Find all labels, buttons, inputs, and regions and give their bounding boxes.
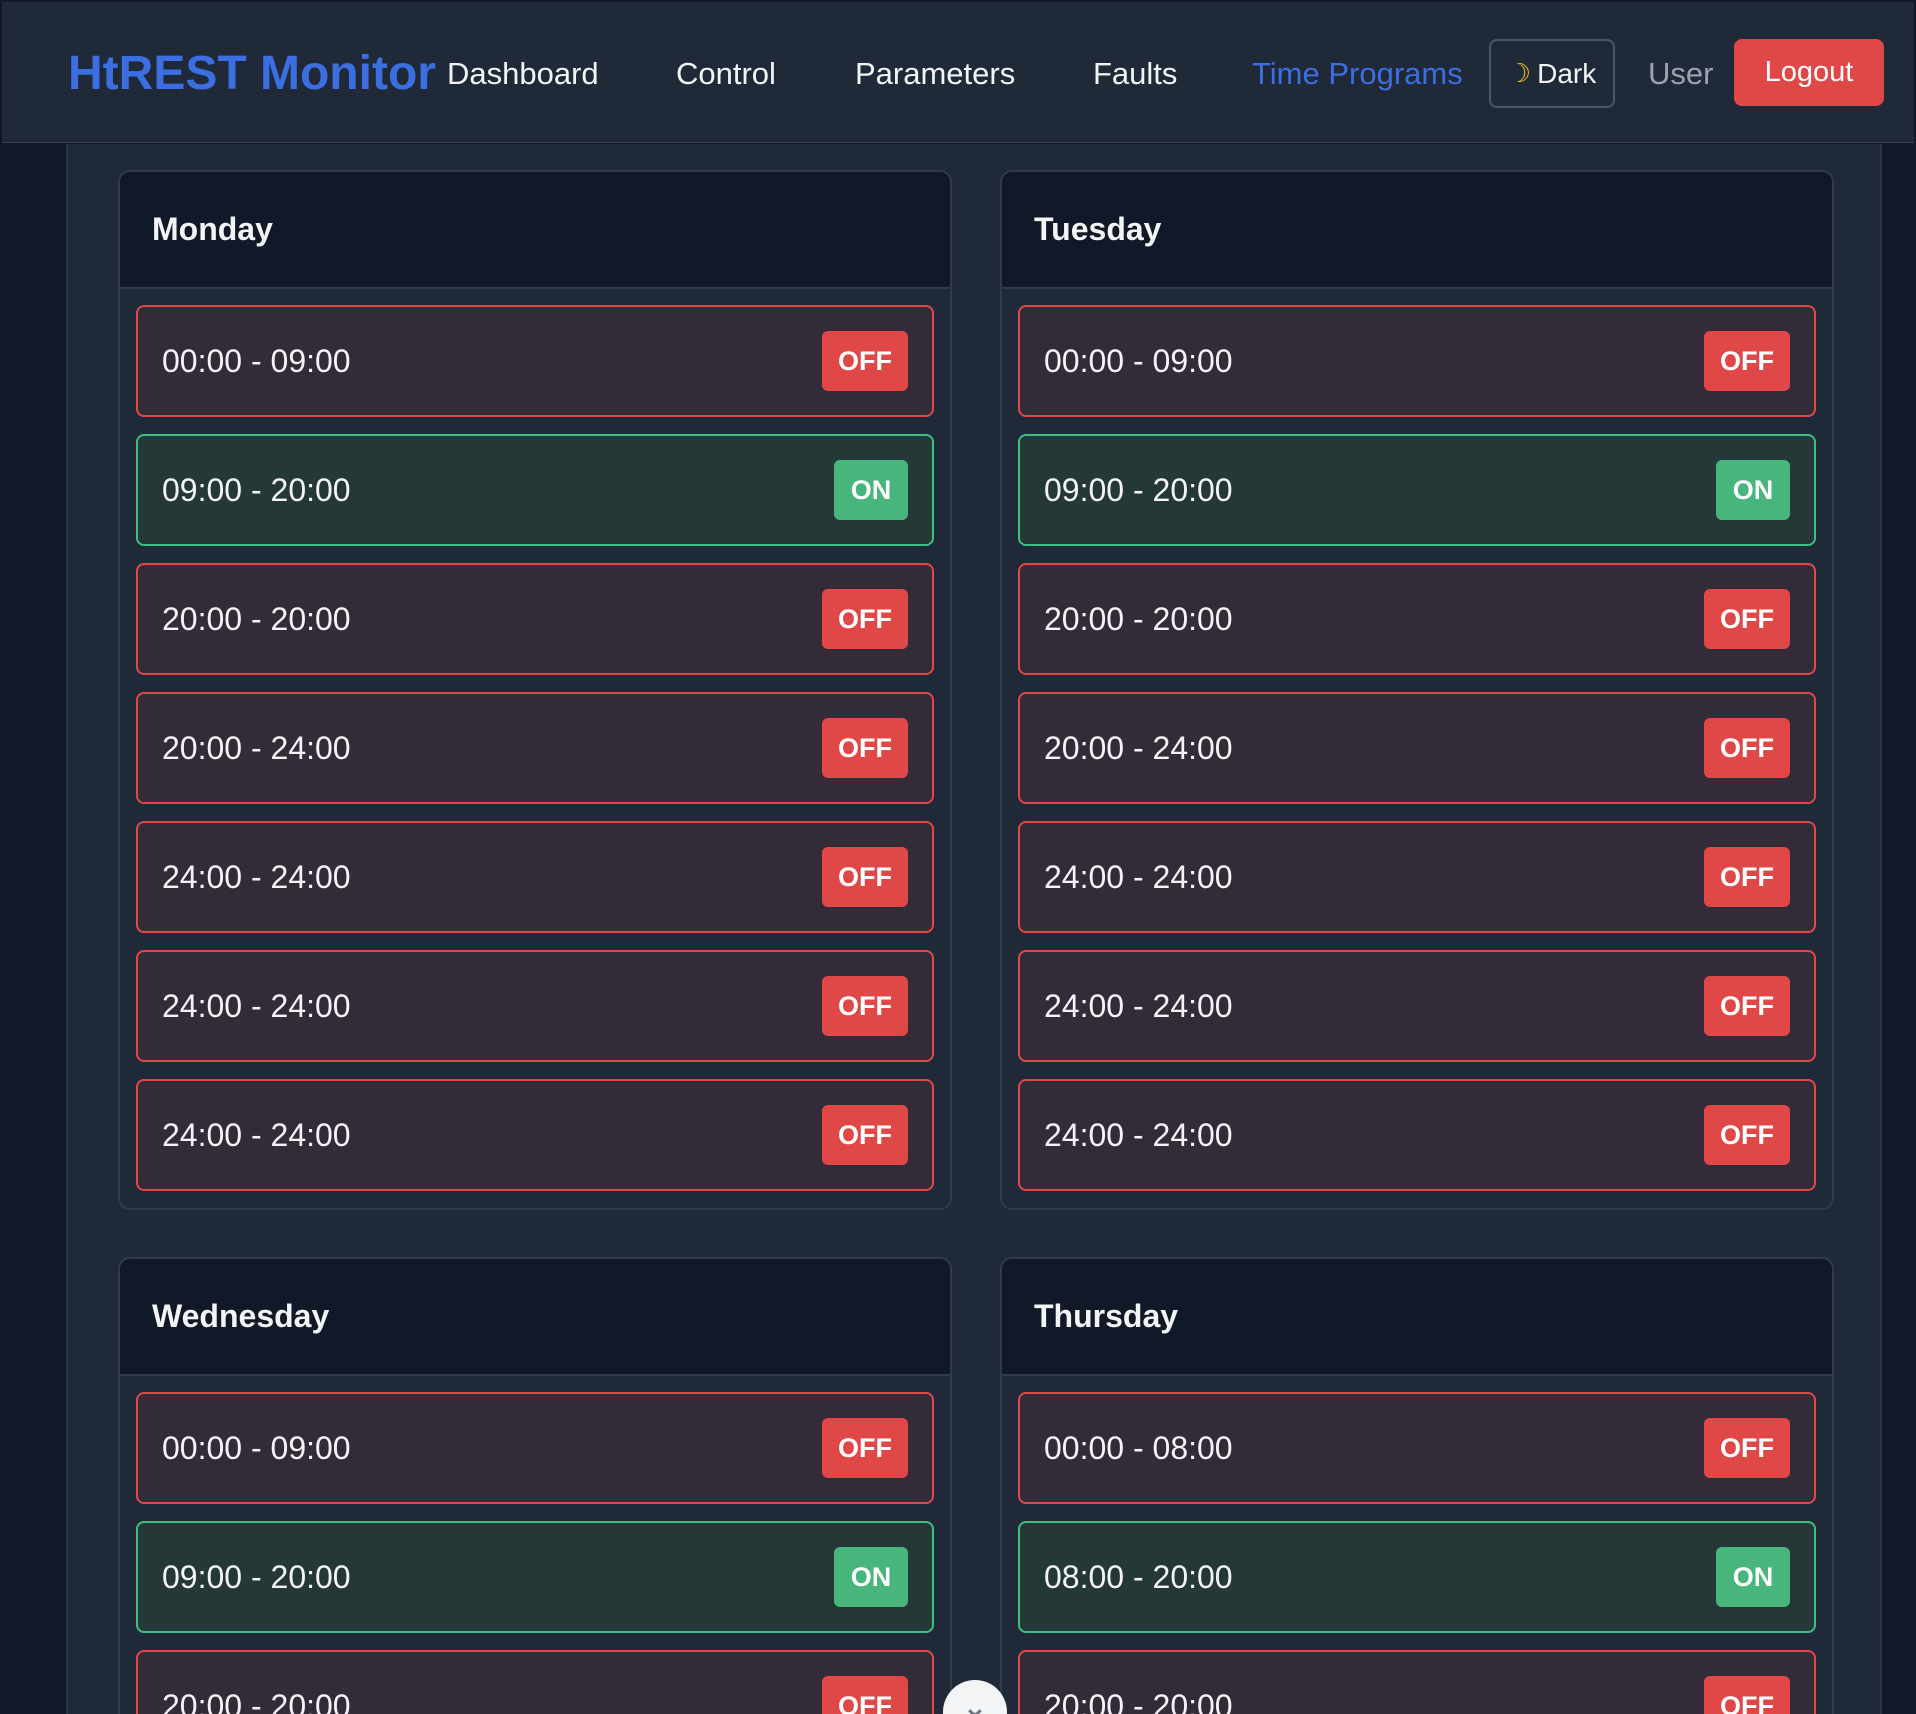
theme-toggle-button[interactable]: ☽ Dark <box>1489 39 1615 108</box>
time-slot[interactable]: 24:00 - 24:00 OFF <box>1018 821 1816 933</box>
time-slot[interactable]: 09:00 - 20:00 ON <box>1018 434 1816 546</box>
time-slot[interactable]: 00:00 - 09:00 OFF <box>136 1392 934 1504</box>
day-card-monday: Monday 00:00 - 09:00 OFF 09:00 - 20:00 ON 20:… <box>118 170 952 1210</box>
time-slot-list: 00:00 - 08:00 OFF 08:00 - 20:00 ON 20:00 - 2… <box>1002 1376 1832 1714</box>
state-badge[interactable]: OFF <box>1704 1676 1790 1714</box>
time-slot[interactable]: 09:00 - 20:00 ON <box>136 1521 934 1633</box>
day-title: Tuesday <box>1002 172 1832 289</box>
state-badge[interactable]: OFF <box>822 331 908 391</box>
time-slot-range: 20:00 - 20:00 <box>162 600 351 637</box>
page: HtREST Monitor Dashboard Control Paramet… <box>0 0 1916 1714</box>
navbar: HtREST Monitor Dashboard Control Paramet… <box>2 2 1914 143</box>
time-slot-range: 00:00 - 09:00 <box>1044 342 1233 379</box>
state-badge[interactable]: ON <box>834 1547 908 1607</box>
time-slot-range: 09:00 - 20:00 <box>162 1558 351 1595</box>
state-badge[interactable]: OFF <box>822 976 908 1036</box>
day-card-thursday: Thursday 00:00 - 08:00 OFF 08:00 - 20:00 ON 2… <box>1000 1257 1834 1714</box>
state-badge[interactable]: OFF <box>822 1418 908 1478</box>
time-slot[interactable]: 24:00 - 24:00 OFF <box>1018 950 1816 1062</box>
time-slot-list: 00:00 - 09:00 OFF 09:00 - 20:00 ON 20:00 - 2… <box>120 1376 950 1714</box>
state-badge[interactable]: ON <box>1716 1547 1790 1607</box>
day-title: Thursday <box>1002 1259 1832 1376</box>
time-slot-range: 08:00 - 20:00 <box>1044 1558 1233 1595</box>
time-slot-range: 24:00 - 24:00 <box>1044 987 1233 1024</box>
state-badge[interactable]: OFF <box>822 718 908 778</box>
nav-dashboard[interactable]: Dashboard <box>447 54 599 94</box>
state-badge[interactable]: OFF <box>1704 331 1790 391</box>
nav-control[interactable]: Control <box>676 54 776 94</box>
time-slot[interactable]: 20:00 - 24:00 OFF <box>136 692 934 804</box>
user-label: User <box>1648 56 1714 91</box>
state-badge[interactable]: OFF <box>822 847 908 907</box>
state-badge[interactable]: ON <box>1716 460 1790 520</box>
state-badge[interactable]: OFF <box>822 1105 908 1165</box>
time-slot-range: 09:00 - 20:00 <box>1044 471 1233 508</box>
brand-logo[interactable]: HtREST Monitor <box>68 46 436 102</box>
day-card-tuesday: Tuesday 00:00 - 09:00 OFF 09:00 - 20:00 ON 20… <box>1000 170 1834 1210</box>
time-slot[interactable]: 20:00 - 20:00 OFF <box>136 1650 934 1714</box>
time-slot[interactable]: 20:00 - 20:00 OFF <box>1018 563 1816 675</box>
time-slot[interactable]: 24:00 - 24:00 OFF <box>136 1079 934 1191</box>
state-badge[interactable]: OFF <box>1704 1105 1790 1165</box>
time-slot-range: 20:00 - 24:00 <box>1044 729 1233 766</box>
time-slot-range: 00:00 - 09:00 <box>162 342 351 379</box>
time-slot-list: 00:00 - 09:00 OFF 09:00 - 20:00 ON 20:00 - 2… <box>120 289 950 1191</box>
time-slot-range: 00:00 - 08:00 <box>1044 1429 1233 1466</box>
time-slot-range: 24:00 - 24:00 <box>162 987 351 1024</box>
time-slot-range: 24:00 - 24:00 <box>1044 1116 1233 1153</box>
state-badge[interactable]: ON <box>834 460 908 520</box>
time-slot-range: 20:00 - 20:00 <box>162 1687 351 1714</box>
time-slot[interactable]: 08:00 - 20:00 ON <box>1018 1521 1816 1633</box>
logout-button[interactable]: Logout <box>1734 39 1884 106</box>
time-slot[interactable]: 20:00 - 24:00 OFF <box>1018 692 1816 804</box>
state-badge[interactable]: OFF <box>1704 1418 1790 1478</box>
time-slot[interactable]: 24:00 - 24:00 OFF <box>1018 1079 1816 1191</box>
time-slot-range: 00:00 - 09:00 <box>162 1429 351 1466</box>
time-slot-range: 24:00 - 24:00 <box>1044 858 1233 895</box>
moon-icon: ☽ <box>1507 58 1532 88</box>
time-slot[interactable]: 20:00 - 20:00 OFF <box>136 563 934 675</box>
chevron-down-icon: ⌄ <box>962 1691 988 1714</box>
time-slot-range: 09:00 - 20:00 <box>162 471 351 508</box>
time-slot[interactable]: 00:00 - 09:00 OFF <box>1018 305 1816 417</box>
day-title: Monday <box>120 172 950 289</box>
time-slot[interactable]: 24:00 - 24:00 OFF <box>136 950 934 1062</box>
time-slot[interactable]: 20:00 - 20:00 OFF <box>1018 1650 1816 1714</box>
theme-label: Dark <box>1537 57 1597 89</box>
time-slot-range: 20:00 - 24:00 <box>162 729 351 766</box>
nav-time-programs[interactable]: Time Programs <box>1252 54 1463 94</box>
state-badge[interactable]: OFF <box>1704 976 1790 1036</box>
time-slot-range: 20:00 - 20:00 <box>1044 600 1233 637</box>
time-slot[interactable]: 09:00 - 20:00 ON <box>136 434 934 546</box>
state-badge[interactable]: OFF <box>1704 718 1790 778</box>
state-badge[interactable]: OFF <box>822 589 908 649</box>
main-content: Monday 00:00 - 09:00 OFF 09:00 - 20:00 ON 20:… <box>66 144 1882 1714</box>
time-slot-range: 24:00 - 24:00 <box>162 1116 351 1153</box>
time-slot[interactable]: 24:00 - 24:00 OFF <box>136 821 934 933</box>
state-badge[interactable]: OFF <box>1704 589 1790 649</box>
nav-faults[interactable]: Faults <box>1093 54 1177 94</box>
day-title: Wednesday <box>120 1259 950 1376</box>
time-slot[interactable]: 00:00 - 09:00 OFF <box>136 305 934 417</box>
time-slot-list: 00:00 - 09:00 OFF 09:00 - 20:00 ON 20:00 - 2… <box>1002 289 1832 1191</box>
time-slot[interactable]: 00:00 - 08:00 OFF <box>1018 1392 1816 1504</box>
nav-parameters[interactable]: Parameters <box>855 54 1015 94</box>
state-badge[interactable]: OFF <box>1704 847 1790 907</box>
time-slot-range: 24:00 - 24:00 <box>162 858 351 895</box>
state-badge[interactable]: OFF <box>822 1676 908 1714</box>
day-card-wednesday: Wednesday 00:00 - 09:00 OFF 09:00 - 20:00 ON… <box>118 1257 952 1714</box>
time-slot-range: 20:00 - 20:00 <box>1044 1687 1233 1714</box>
